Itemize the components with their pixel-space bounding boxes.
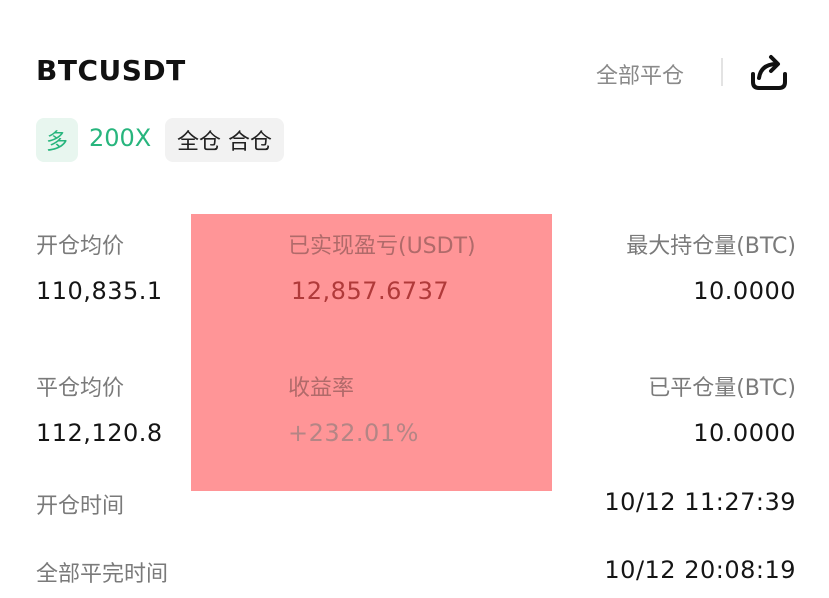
open-time-value: 10/12 11:27:39 (604, 488, 796, 516)
share-button[interactable] (747, 50, 791, 94)
realized-pnl-label: 已实现盈亏(USDT) (288, 234, 476, 259)
margin-mode-badge: 全仓 合仓 (165, 118, 284, 162)
close-all-button[interactable]: 全部平仓 (596, 58, 684, 90)
roi-label: 收益率 (288, 376, 355, 401)
trading-pair-title: BTCUSDT (36, 54, 186, 87)
closed-position-label: 已平仓量(BTC) (648, 376, 796, 401)
close-time-value: 10/12 20:08:19 (604, 556, 796, 584)
close-time-label: 全部平完时间 (36, 562, 169, 587)
share-icon (751, 55, 787, 90)
realized-pnl-value: 12,857.6737 (291, 277, 450, 305)
long-side-badge: 多 (36, 118, 78, 162)
leverage-label: 200X (89, 124, 152, 152)
closed-position-value: 10.0000 (693, 419, 796, 447)
header-divider (721, 58, 723, 86)
open-time-label: 开仓时间 (36, 494, 125, 519)
close-avg-price-label: 平仓均价 (36, 376, 125, 401)
max-position-label: 最大持仓量(BTC) (626, 234, 796, 259)
open-avg-price-label: 开仓均价 (36, 234, 125, 259)
max-position-value: 10.0000 (693, 277, 796, 305)
close-avg-price-value: 112,120.8 (36, 419, 163, 447)
roi-value: +232.01% (288, 419, 419, 447)
open-avg-price-value: 110,835.1 (36, 277, 163, 305)
